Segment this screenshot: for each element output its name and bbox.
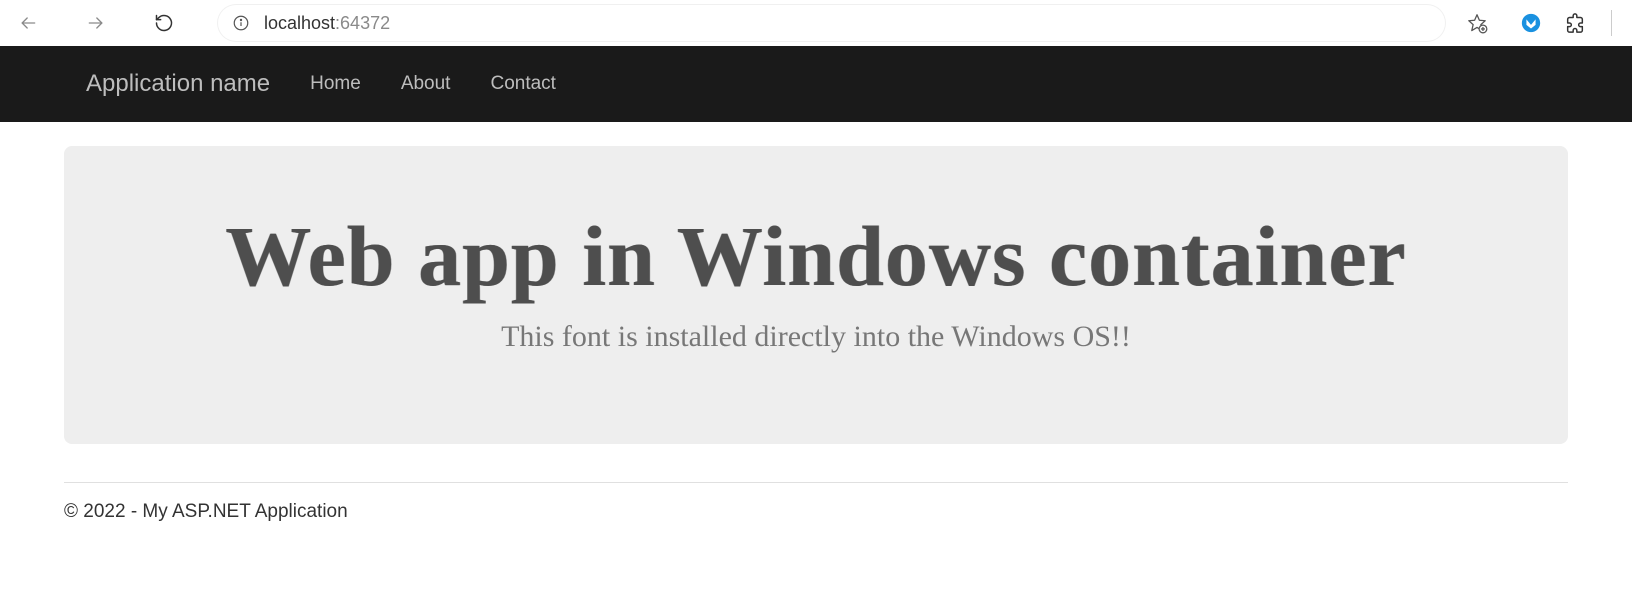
page-container: Web app in Windows container This font i…	[0, 146, 1632, 543]
browser-toolbar: localhost:64372	[0, 0, 1632, 46]
toolbar-right	[1451, 10, 1622, 36]
nav-link-contact[interactable]: Contact	[490, 73, 555, 95]
fox-profile-icon	[1520, 12, 1542, 34]
site-info-icon[interactable]	[232, 14, 250, 32]
refresh-button[interactable]	[146, 5, 182, 41]
favorite-button[interactable]	[1465, 11, 1489, 35]
back-button[interactable]	[10, 5, 46, 41]
arrow-left-icon	[18, 13, 38, 33]
nav-link-about[interactable]: About	[401, 73, 451, 95]
hero-jumbotron: Web app in Windows container This font i…	[64, 146, 1568, 444]
refresh-icon	[154, 13, 174, 33]
url-port: :64372	[335, 13, 390, 33]
address-bar[interactable]: localhost:64372	[218, 5, 1445, 41]
puzzle-icon	[1564, 12, 1586, 34]
hero-title: Web app in Windows container	[114, 206, 1518, 306]
extensions-button[interactable]	[1563, 11, 1587, 35]
url-text: localhost:64372	[264, 13, 390, 34]
url-host: localhost	[264, 13, 335, 33]
footer-divider	[64, 482, 1568, 483]
navbar-brand[interactable]: Application name	[86, 70, 270, 98]
info-icon	[232, 14, 250, 32]
forward-button[interactable]	[78, 5, 114, 41]
arrow-right-icon	[86, 13, 106, 33]
hero-subtitle: This font is installed directly into the…	[114, 320, 1518, 354]
star-add-icon	[1466, 12, 1488, 34]
app-navbar: Application name Home About Contact	[0, 46, 1632, 122]
toolbar-divider	[1611, 10, 1612, 36]
footer-text: © 2022 - My ASP.NET Application	[64, 501, 1568, 543]
nav-link-home[interactable]: Home	[310, 73, 361, 95]
profile-button[interactable]	[1519, 11, 1543, 35]
